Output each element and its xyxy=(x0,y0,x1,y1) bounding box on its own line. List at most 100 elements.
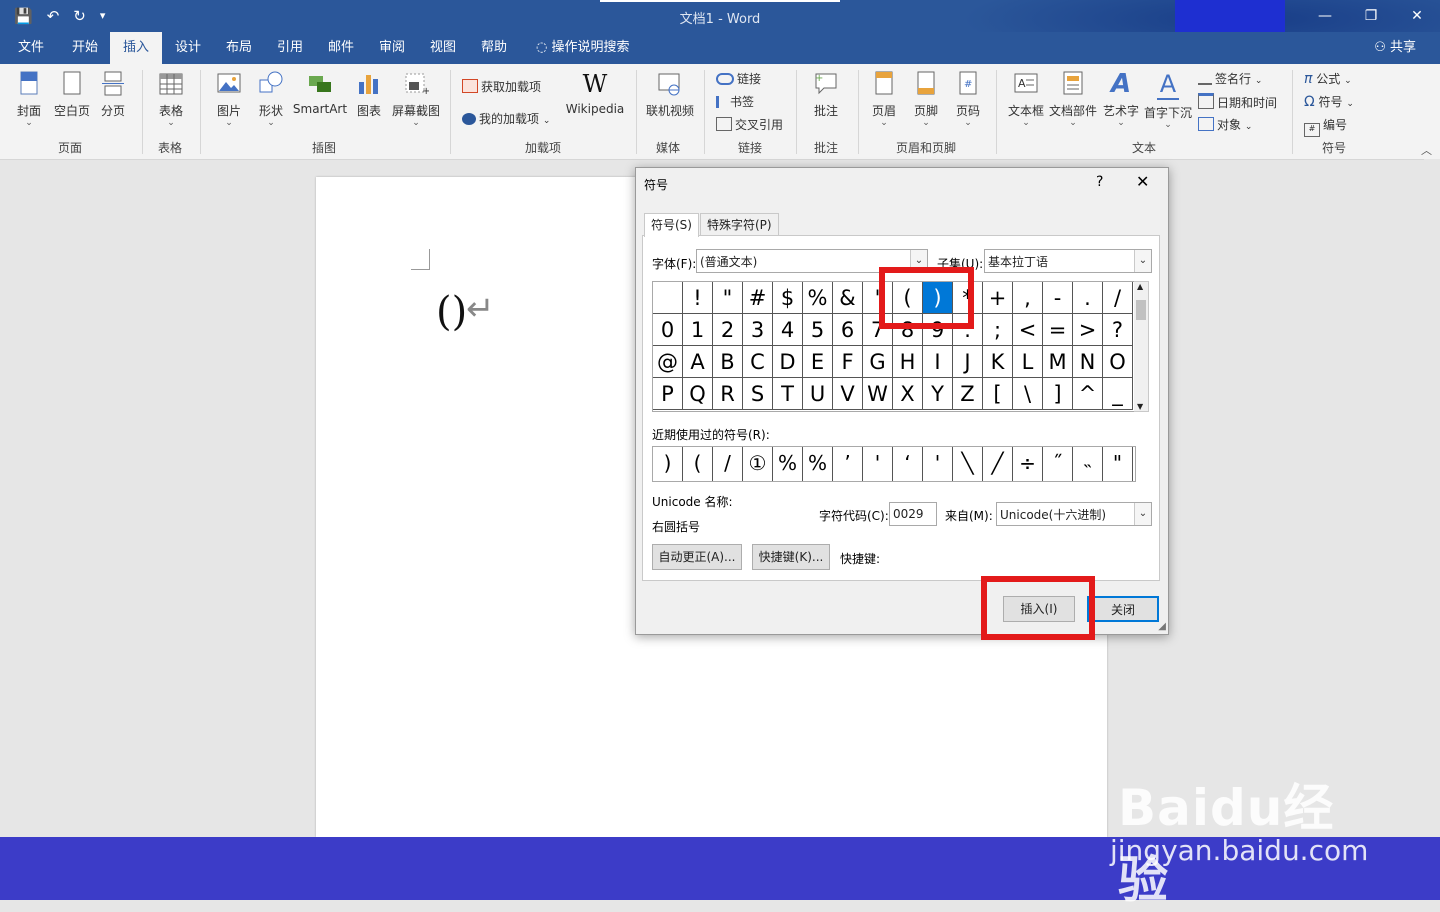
comment-button[interactable]: + 批注 xyxy=(806,70,846,119)
tab-view[interactable]: 视图 xyxy=(428,32,458,64)
recent-symbol-cell[interactable]: ( xyxy=(683,447,713,481)
help-button[interactable]: ? xyxy=(1096,174,1103,190)
footer-button[interactable]: 页脚 ⌄ xyxy=(908,70,944,128)
symbol-cell[interactable]: ] xyxy=(1043,378,1073,410)
symbol-cell[interactable]: V xyxy=(833,378,863,410)
symbol-cell[interactable]: E xyxy=(803,346,833,378)
symbol-cell[interactable]: ^ xyxy=(1073,378,1103,410)
symbol-cell[interactable]: X xyxy=(893,378,923,410)
share-button[interactable]: ⚇ 共享 xyxy=(1374,32,1416,64)
symbol-cell[interactable]: Q xyxy=(683,378,713,410)
recent-symbol-cell[interactable]: " xyxy=(1103,447,1133,481)
recent-symbol-cell[interactable]: ˝ xyxy=(1043,447,1073,481)
page-break-button[interactable]: 分页 xyxy=(96,70,130,119)
symbol-cell[interactable]: B xyxy=(713,346,743,378)
tab-symbols[interactable]: 符号(S) xyxy=(644,213,699,237)
blank-page-button[interactable]: 空白页 xyxy=(50,70,94,119)
symbol-cell[interactable]: 3 xyxy=(743,314,773,346)
tab-mailings[interactable]: 邮件 xyxy=(326,32,356,64)
symbol-cell[interactable]: ? xyxy=(1103,314,1133,346)
tab-references[interactable]: 引用 xyxy=(275,32,305,64)
symbol-cell[interactable]: F xyxy=(833,346,863,378)
symbol-cell[interactable]: T xyxy=(773,378,803,410)
symbol-cell[interactable]: C xyxy=(743,346,773,378)
link-button[interactable]: 链接 xyxy=(716,70,761,87)
symbol-cell[interactable]: W xyxy=(863,378,893,410)
recent-symbol-cell[interactable]: ÷ xyxy=(1013,447,1043,481)
wikipedia-button[interactable]: W Wikipedia xyxy=(564,70,626,116)
symbol-cell[interactable]: H xyxy=(893,346,923,378)
table-button[interactable]: 表格 ⌄ xyxy=(152,70,190,128)
tab-file[interactable]: 文件 xyxy=(16,32,46,64)
close-button[interactable]: 关闭 xyxy=(1087,596,1159,622)
recent-symbol-cell[interactable]: ˵ xyxy=(1073,447,1103,481)
collapse-ribbon-icon[interactable]: ︿ xyxy=(1421,142,1432,158)
symbol-cell[interactable]: + xyxy=(983,282,1013,314)
drop-cap-button[interactable]: A 首字下沉 ⌄ xyxy=(1142,70,1194,130)
chart-button[interactable]: 图表 xyxy=(352,70,386,119)
symbol-cell[interactable]: > xyxy=(1073,314,1103,346)
symbol-cell[interactable]: < xyxy=(1013,314,1043,346)
cover-page-button[interactable]: 封面 ⌄ xyxy=(12,70,46,128)
symbol-cell[interactable]: N xyxy=(1073,346,1103,378)
symbol-cell[interactable]: . xyxy=(1073,282,1103,314)
symbol-cell[interactable]: 2 xyxy=(713,314,743,346)
symbol-cell[interactable]: Y xyxy=(923,378,953,410)
symbol-cell[interactable]: = xyxy=(1043,314,1073,346)
header-button[interactable]: 页眉 ⌄ xyxy=(866,70,902,128)
equation-button[interactable]: π 公式 ⌄ xyxy=(1304,70,1352,87)
symbol-button[interactable]: Ω 符号 ⌄ xyxy=(1304,93,1354,110)
symbol-cell[interactable]: Z xyxy=(953,378,983,410)
symbol-cell[interactable]: # xyxy=(743,282,773,314)
minimize-button[interactable]: — xyxy=(1302,0,1348,32)
symbol-cell[interactable]: U xyxy=(803,378,833,410)
symbol-cell[interactable]: J xyxy=(953,346,983,378)
recent-symbol-cell[interactable]: / xyxy=(713,447,743,481)
symbol-cell[interactable]: 6 xyxy=(833,314,863,346)
textbox-button[interactable]: A 文本框 ⌄ xyxy=(1006,70,1046,128)
date-time-button[interactable]: 日期和时间 xyxy=(1198,93,1277,111)
tab-review[interactable]: 审阅 xyxy=(377,32,407,64)
symbol-cell[interactable]: ! xyxy=(683,282,713,314)
tab-home[interactable]: 开始 xyxy=(70,32,100,64)
object-button[interactable]: 对象 ⌄ xyxy=(1198,116,1252,133)
symbol-cell[interactable]: I xyxy=(923,346,953,378)
dialog-close-button[interactable]: ✕ xyxy=(1136,172,1149,191)
symbol-cell[interactable]: % xyxy=(803,282,833,314)
symbol-cell[interactable]: & xyxy=(833,282,863,314)
smartart-button[interactable]: SmartArt xyxy=(292,70,348,116)
tab-help[interactable]: 帮助 xyxy=(479,32,509,64)
recent-symbol-cell[interactable]: % xyxy=(803,447,833,481)
recent-symbol-cell[interactable]: ' xyxy=(863,447,893,481)
symbol-cell[interactable]: 4 xyxy=(773,314,803,346)
symbol-grid-scrollbar[interactable]: ▲ ▼ xyxy=(1134,281,1149,412)
my-addins-button[interactable]: 我的加载项 ⌄ xyxy=(462,110,550,127)
scroll-up-icon[interactable]: ▲ xyxy=(1137,282,1143,291)
close-window-button[interactable]: ✕ xyxy=(1394,0,1440,32)
shortcut-key-button[interactable]: 快捷键(K)... xyxy=(752,544,830,570)
scroll-down-icon[interactable]: ▼ xyxy=(1137,402,1143,411)
subset-select[interactable]: 基本拉丁语 ⌄ xyxy=(984,249,1152,273)
tab-layout[interactable]: 布局 xyxy=(224,32,254,64)
recent-symbol-cell[interactable]: ' xyxy=(923,447,953,481)
get-addins-button[interactable]: 获取加载项 xyxy=(462,78,541,95)
tell-me-search[interactable]: ◌ 操作说明搜索 xyxy=(534,32,632,64)
char-code-input[interactable]: 0029 xyxy=(889,502,937,526)
recent-symbol-cell[interactable]: ‘ xyxy=(893,447,923,481)
cross-reference-button[interactable]: 交叉引用 xyxy=(716,116,783,133)
symbol-cell[interactable]: O xyxy=(1103,346,1133,378)
quick-parts-button[interactable]: 文档部件 ⌄ xyxy=(1048,70,1098,128)
symbol-cell[interactable]: R xyxy=(713,378,743,410)
symbol-cell[interactable]: @ xyxy=(653,346,683,378)
pictures-button[interactable]: 图片 ⌄ xyxy=(210,70,248,128)
symbol-cell[interactable] xyxy=(653,282,683,314)
tab-design[interactable]: 设计 xyxy=(173,32,203,64)
symbol-cell[interactable]: 0 xyxy=(653,314,683,346)
screenshot-button[interactable]: + 屏幕截图 ⌄ xyxy=(390,70,442,128)
recent-symbol-cell[interactable]: ’ xyxy=(833,447,863,481)
from-select[interactable]: Unicode(十六进制) ⌄ xyxy=(996,502,1152,526)
symbol-cell[interactable]: S xyxy=(743,378,773,410)
tab-insert[interactable]: 插入 xyxy=(110,32,162,64)
symbol-cell[interactable]: L xyxy=(1013,346,1043,378)
online-video-button[interactable]: 联机视频 xyxy=(644,70,696,119)
